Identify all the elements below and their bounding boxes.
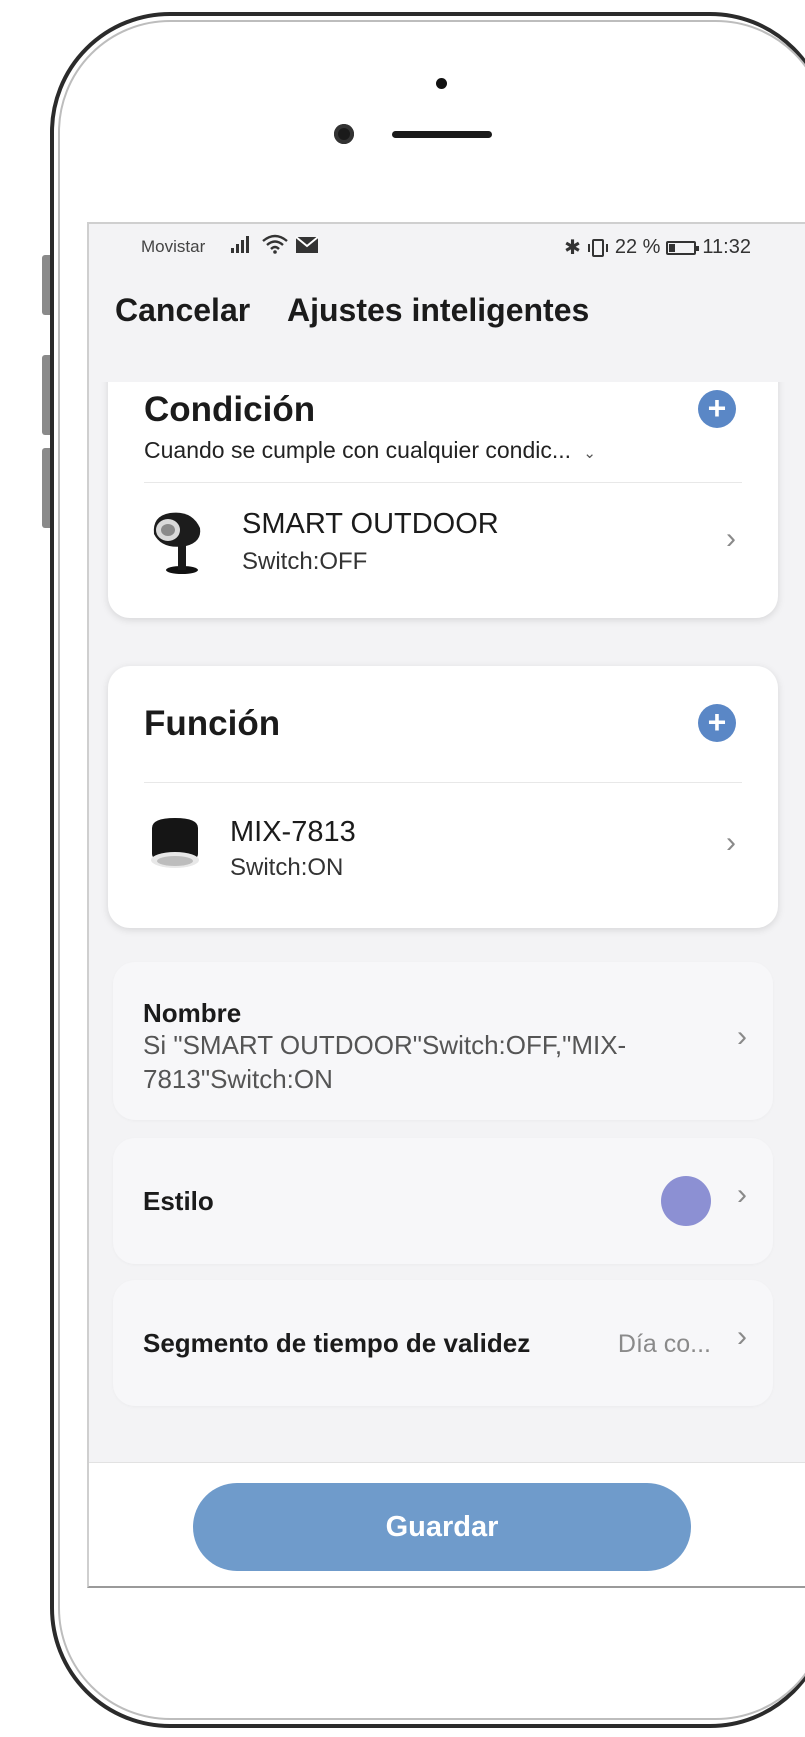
status-right: ✱ 22 % 11:32	[564, 235, 751, 260]
add-function-button[interactable]: +	[698, 704, 736, 742]
app-screen: Movistar ✱ 22 % 11:32 Cancelar Ajustes i…	[87, 222, 805, 1588]
mail-icon	[295, 236, 319, 253]
condition-card: Condición + Cuando se cumple con cualqui…	[108, 382, 778, 618]
function-title: Función	[144, 704, 281, 743]
status-bar: Movistar ✱ 22 % 11:32	[89, 224, 805, 270]
page-title: Ajustes inteligentes	[287, 292, 590, 328]
footer-bar: Guardar	[89, 1462, 805, 1586]
validity-setting[interactable]: Segmento de tiempo de validez Día co... …	[113, 1280, 773, 1406]
chevron-right-icon: ›	[737, 1020, 747, 1053]
style-setting[interactable]: Estilo ›	[113, 1138, 773, 1264]
earpiece-speaker	[392, 131, 492, 138]
battery-percent: 22 %	[614, 236, 661, 258]
proximity-sensor	[436, 78, 447, 89]
top-bar: Cancelar Ajustes inteligentes	[89, 270, 805, 360]
battery-icon	[666, 240, 700, 255]
phone-volume-down-button	[42, 448, 50, 528]
condition-device-row[interactable]: SMART OUTDOOR Switch:OFF ›	[108, 486, 778, 596]
front-camera	[334, 124, 354, 144]
chevron-right-icon: ›	[726, 522, 736, 555]
chevron-down-icon: ⌄	[583, 445, 596, 462]
status-icons	[229, 234, 319, 254]
scroll-content[interactable]: Condición + Cuando se cumple con cualqui…	[89, 382, 805, 1462]
condition-mode-selector[interactable]: Cuando se cumple con cualquier condic...…	[144, 437, 596, 464]
validity-label: Segmento de tiempo de validez	[143, 1328, 531, 1358]
device-state: Switch:OFF	[242, 548, 368, 575]
divider	[144, 782, 742, 783]
wifi-icon	[262, 234, 288, 254]
chevron-right-icon: ›	[726, 826, 736, 859]
device-name: MIX-7813	[230, 816, 356, 848]
name-value: Si "SMART OUTDOOR"Switch:OFF,"MIX-7813"S…	[143, 1030, 627, 1094]
spotlight-icon	[153, 512, 201, 574]
phone-side-button	[42, 255, 50, 315]
name-label: Nombre	[143, 998, 242, 1028]
save-button[interactable]: Guardar	[193, 1483, 691, 1571]
condition-title: Condición	[144, 390, 316, 429]
style-color-swatch	[661, 1176, 711, 1226]
validity-value: Día co...	[617, 1330, 711, 1358]
style-label: Estilo	[143, 1186, 214, 1216]
condition-mode-label: Cuando se cumple con cualquier condic...	[144, 437, 572, 463]
name-setting[interactable]: Nombre Si "SMART OUTDOOR"Switch:OFF,"MIX…	[113, 962, 773, 1120]
function-card: Función + MIX-7813 Switch:ON ›	[108, 666, 778, 928]
device-state: Switch:ON	[230, 854, 344, 881]
device-name: SMART OUTDOOR	[242, 508, 499, 540]
cancel-button[interactable]: Cancelar	[115, 292, 250, 329]
function-device-row[interactable]: MIX-7813 Switch:ON ›	[108, 790, 778, 900]
carrier-name: Movistar	[141, 237, 206, 256]
bluetooth-icon: ✱	[564, 237, 581, 259]
downlight-icon	[151, 818, 199, 868]
vibrate-icon	[587, 238, 608, 257]
chevron-right-icon: ›	[737, 1320, 747, 1353]
divider	[144, 482, 742, 483]
clock: 11:32	[702, 236, 751, 258]
signal-icon	[231, 236, 249, 253]
phone-volume-up-button	[42, 355, 50, 435]
add-condition-button[interactable]: +	[698, 390, 736, 428]
chevron-right-icon: ›	[737, 1178, 747, 1211]
